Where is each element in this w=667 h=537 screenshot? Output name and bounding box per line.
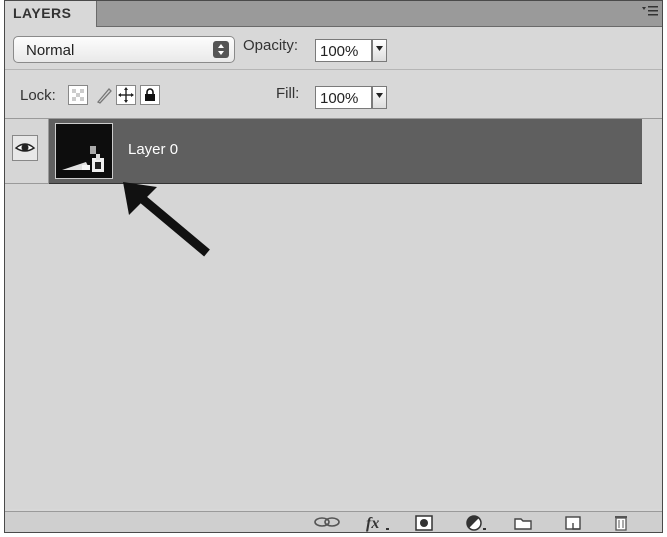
lock-position-icon[interactable] [116, 85, 136, 105]
layer-row[interactable]: Layer 0 [5, 119, 662, 184]
fill-value: 100% [320, 90, 359, 107]
tab-layers[interactable]: LAYERS [5, 1, 97, 27]
trash-icon[interactable] [610, 514, 632, 532]
visibility-cell [5, 119, 49, 184]
lock-image-pixels-icon[interactable] [94, 85, 114, 105]
layer-thumbnail [55, 123, 113, 179]
lock-row: Lock: Fill: 100% [5, 70, 662, 119]
opacity-label: Opacity: [243, 37, 299, 54]
link-layers-icon[interactable] [311, 514, 343, 532]
blend-row: Normal Opacity: 100% [5, 27, 662, 70]
fx-icon[interactable]: fx [364, 514, 394, 532]
blend-mode-value: Normal [26, 42, 75, 59]
blend-mode-select[interactable]: Normal [13, 36, 235, 63]
opacity-field[interactable]: 100% [315, 39, 372, 62]
layer-name: Layer 0 [128, 141, 179, 158]
eye-icon[interactable] [12, 135, 38, 161]
panel-tabbar: LAYERS [5, 1, 662, 27]
layers-panel: LAYERS Normal Opacity: 100% Lock: Fill: … [4, 0, 663, 533]
layer-body-selected[interactable]: Layer 0 [49, 119, 642, 184]
tab-layers-label: LAYERS [13, 5, 72, 21]
opacity-value: 100% [320, 43, 359, 60]
annotation-arrow [123, 182, 210, 257]
new-layer-icon[interactable] [562, 514, 584, 532]
panel-bottom-bar: fx [5, 511, 662, 532]
svg-text:fx: fx [366, 515, 379, 532]
fill-field[interactable]: 100% [315, 86, 372, 109]
fill-dropdown-button[interactable] [372, 86, 387, 109]
lock-transparent-pixels-icon[interactable] [68, 85, 88, 105]
lock-all-icon[interactable] [140, 85, 160, 105]
fill-label: Fill: [276, 85, 300, 102]
adjustment-layer-icon[interactable] [463, 514, 491, 532]
blend-mode-stepper-icon[interactable] [213, 41, 229, 58]
lock-label: Lock: [20, 87, 56, 104]
group-folder-icon[interactable] [512, 514, 534, 532]
panel-menu-icon[interactable] [642, 6, 658, 20]
opacity-dropdown-button[interactable] [372, 39, 387, 62]
layer-mask-icon[interactable] [413, 514, 435, 532]
layers-list: Layer 0 [5, 119, 662, 509]
